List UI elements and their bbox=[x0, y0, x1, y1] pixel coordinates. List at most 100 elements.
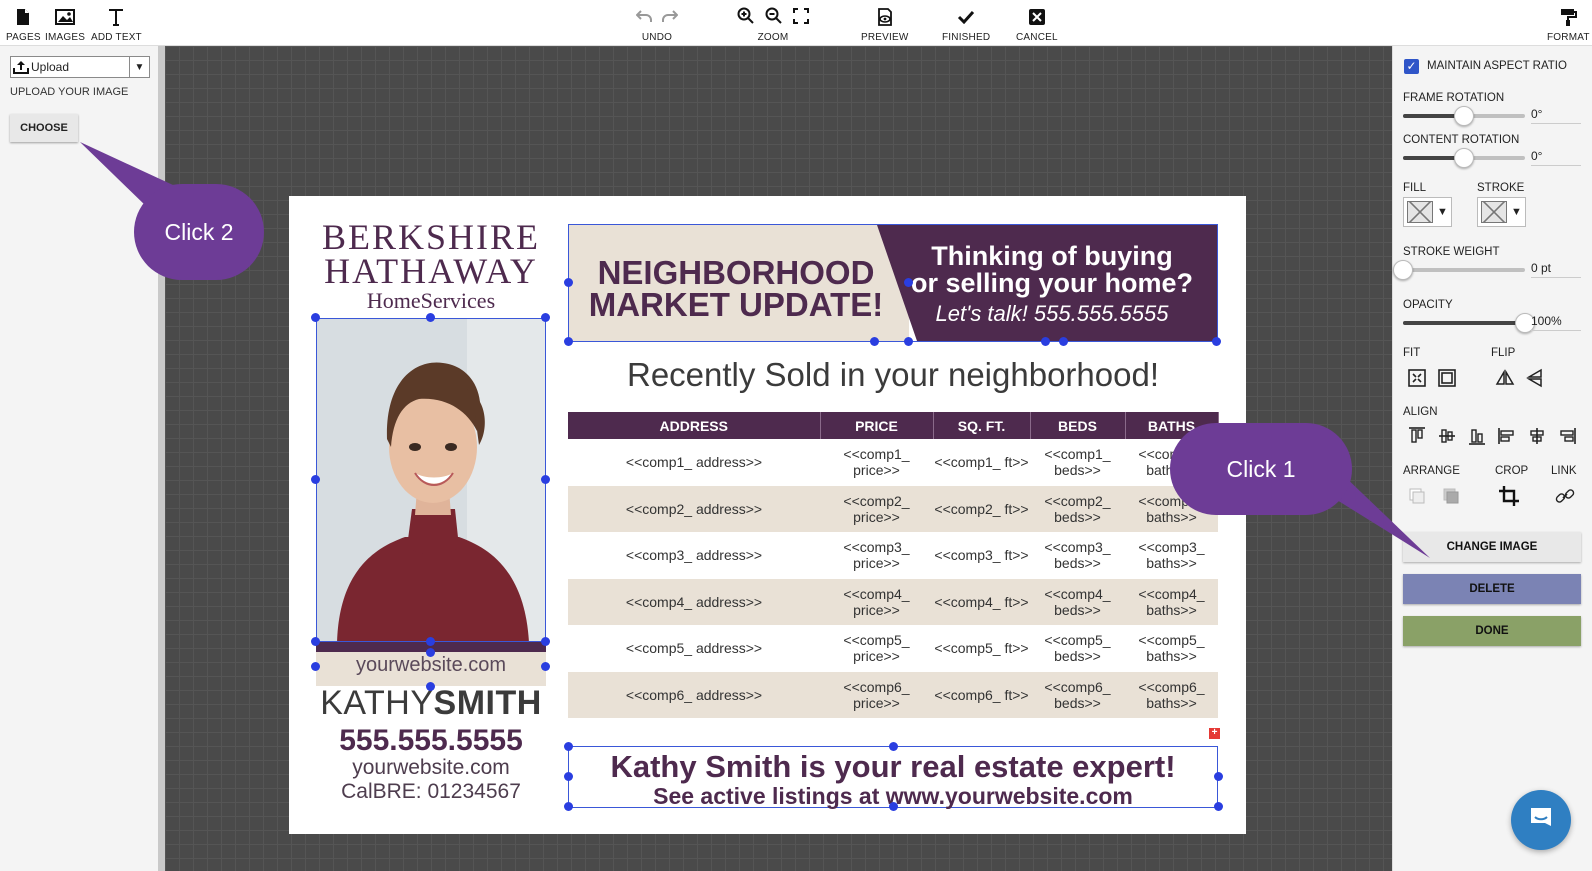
preview-icon bbox=[876, 6, 894, 28]
agent-photo[interactable] bbox=[316, 318, 546, 642]
resize-handle[interactable] bbox=[1214, 802, 1223, 811]
delete-button[interactable]: DELETE bbox=[1403, 574, 1581, 604]
resize-handle[interactable] bbox=[311, 475, 320, 484]
agent-phone[interactable]: 555.555.5555 bbox=[316, 724, 546, 758]
choose-button[interactable]: CHOOSE bbox=[10, 114, 78, 142]
align-bottom-icon[interactable] bbox=[1465, 424, 1489, 448]
fullscreen-icon[interactable] bbox=[793, 7, 809, 27]
pages-button[interactable]: PAGES bbox=[6, 6, 41, 43]
finished-button[interactable]: FINISHED bbox=[942, 6, 990, 43]
format-button[interactable]: FORMAT bbox=[1547, 6, 1590, 43]
frame-rotation-value[interactable]: 0° bbox=[1531, 107, 1542, 121]
resize-handle[interactable] bbox=[311, 662, 320, 671]
content-rotation-value[interactable]: 0° bbox=[1531, 149, 1542, 163]
resize-handle[interactable] bbox=[426, 648, 435, 657]
resize-handle[interactable] bbox=[904, 278, 913, 287]
link-icon[interactable] bbox=[1553, 484, 1577, 508]
maintain-aspect-checkbox[interactable]: ✓ bbox=[1404, 59, 1419, 74]
resize-handle[interactable] bbox=[426, 682, 435, 691]
resize-handle[interactable] bbox=[1041, 337, 1050, 346]
images-button[interactable]: IMAGES bbox=[45, 6, 85, 43]
brokerage-logo[interactable]: BERKSHIRE HATHAWAY HomeServices bbox=[315, 219, 547, 314]
resize-handle[interactable] bbox=[426, 637, 435, 646]
agent-first-name: KATHY bbox=[320, 684, 434, 722]
resize-handle[interactable] bbox=[1212, 337, 1221, 346]
frame-rotation-slider[interactable] bbox=[1403, 106, 1525, 126]
fill-color-picker[interactable]: ▼ bbox=[1403, 197, 1452, 227]
resize-handle[interactable] bbox=[1059, 337, 1068, 346]
chevron-down-icon[interactable]: ▼ bbox=[129, 57, 149, 77]
resize-handle[interactable] bbox=[889, 742, 898, 751]
fill-label: FILL bbox=[1403, 182, 1427, 194]
undo-icon[interactable] bbox=[635, 9, 652, 26]
table-row: <<comp5_ address>> <<comp5_ price>> <<co… bbox=[568, 625, 1218, 672]
content-rotation-knob[interactable] bbox=[1454, 148, 1474, 168]
table-cell: <<comp1_ price>> bbox=[843, 446, 910, 479]
align-label: ALIGN bbox=[1403, 406, 1438, 418]
stroke-label: STROKE bbox=[1477, 182, 1525, 194]
add-text-button[interactable]: ADD TEXT bbox=[91, 6, 142, 43]
align-top-icon[interactable] bbox=[1405, 424, 1429, 448]
table-header-row: ADDRESS PRICE SQ. FT. BEDS BATHS bbox=[568, 412, 1219, 439]
opacity-slider[interactable] bbox=[1403, 313, 1535, 333]
table-cell: <<comp4_ address>> bbox=[568, 578, 820, 625]
frame-rotation-knob[interactable] bbox=[1454, 106, 1474, 126]
flip-vertical-icon[interactable] bbox=[1523, 366, 1547, 390]
resize-handle[interactable] bbox=[564, 772, 573, 781]
resize-handle[interactable] bbox=[889, 802, 898, 811]
align-center-icon[interactable] bbox=[1525, 424, 1549, 448]
resize-handle[interactable] bbox=[311, 637, 320, 646]
preview-button[interactable]: PREVIEW bbox=[861, 6, 909, 43]
resize-handle[interactable] bbox=[564, 802, 573, 811]
comps-table[interactable]: ADDRESS PRICE SQ. FT. BEDS BATHS <<comp1… bbox=[568, 412, 1219, 718]
flip-horizontal-icon[interactable] bbox=[1493, 366, 1517, 390]
stroke-weight-value[interactable]: 0 pt bbox=[1531, 261, 1551, 275]
agent-website[interactable]: yourwebsite.com bbox=[316, 756, 546, 780]
agent-last-name: SMITH bbox=[433, 684, 542, 722]
resize-handle[interactable] bbox=[541, 637, 550, 646]
cancel-button[interactable]: CANCEL bbox=[1016, 6, 1058, 43]
resize-handle[interactable] bbox=[564, 278, 573, 287]
crop-icon[interactable] bbox=[1497, 484, 1521, 508]
table-cell: <<comp6_ baths>> bbox=[1125, 671, 1218, 718]
resize-handle[interactable] bbox=[426, 313, 435, 322]
upload-source-select[interactable]: Upload ▼ bbox=[10, 56, 150, 78]
chat-button[interactable] bbox=[1511, 790, 1571, 850]
agent-license[interactable]: CalBRE: 01234567 bbox=[316, 780, 546, 804]
opacity-value[interactable]: 100% bbox=[1531, 314, 1562, 328]
align-right-icon[interactable] bbox=[1555, 424, 1579, 448]
overflow-indicator-icon[interactable]: + bbox=[1209, 728, 1220, 739]
content-rotation-slider[interactable] bbox=[1403, 148, 1525, 168]
resize-handle[interactable] bbox=[541, 475, 550, 484]
footer-banner[interactable]: Kathy Smith is your real estate expert! … bbox=[568, 746, 1218, 809]
chat-icon bbox=[1527, 804, 1555, 837]
align-middle-icon[interactable] bbox=[1435, 424, 1459, 448]
bring-forward-icon[interactable] bbox=[1439, 484, 1463, 508]
resize-handle[interactable] bbox=[564, 337, 573, 346]
redo-icon[interactable] bbox=[662, 9, 679, 26]
stroke-color-picker[interactable]: ▼ bbox=[1477, 197, 1526, 227]
resize-handle[interactable] bbox=[541, 662, 550, 671]
undo-label: UNDO bbox=[641, 32, 673, 43]
resize-handle[interactable] bbox=[870, 337, 879, 346]
table-cell: <<comp3_ beds>> bbox=[1044, 539, 1111, 572]
header-banner[interactable]: NEIGHBORHOOD MARKET UPDATE! Thinking of … bbox=[568, 224, 1218, 342]
website-band-text[interactable]: yourwebsite.com bbox=[316, 652, 546, 686]
resize-handle[interactable] bbox=[904, 337, 913, 346]
stroke-weight-knob[interactable] bbox=[1393, 260, 1413, 280]
resize-handle[interactable] bbox=[564, 742, 573, 751]
recently-sold-title[interactable]: Recently Sold in your neighborhood! bbox=[568, 356, 1218, 394]
zoom-out-icon[interactable] bbox=[765, 7, 783, 28]
table-cell: <<comp4_ ft>> bbox=[933, 578, 1030, 625]
stroke-weight-slider[interactable] bbox=[1393, 260, 1525, 280]
resize-handle[interactable] bbox=[311, 313, 320, 322]
fill-frame-icon[interactable] bbox=[1435, 366, 1459, 390]
done-button[interactable]: DONE bbox=[1403, 616, 1581, 646]
align-left-icon[interactable] bbox=[1495, 424, 1519, 448]
zoom-in-icon[interactable] bbox=[737, 7, 755, 28]
resize-handle[interactable] bbox=[1214, 772, 1223, 781]
resize-handle[interactable] bbox=[541, 313, 550, 322]
link-label: LINK bbox=[1551, 465, 1577, 477]
fit-content-icon[interactable] bbox=[1405, 366, 1429, 390]
value-underline bbox=[1531, 165, 1581, 166]
